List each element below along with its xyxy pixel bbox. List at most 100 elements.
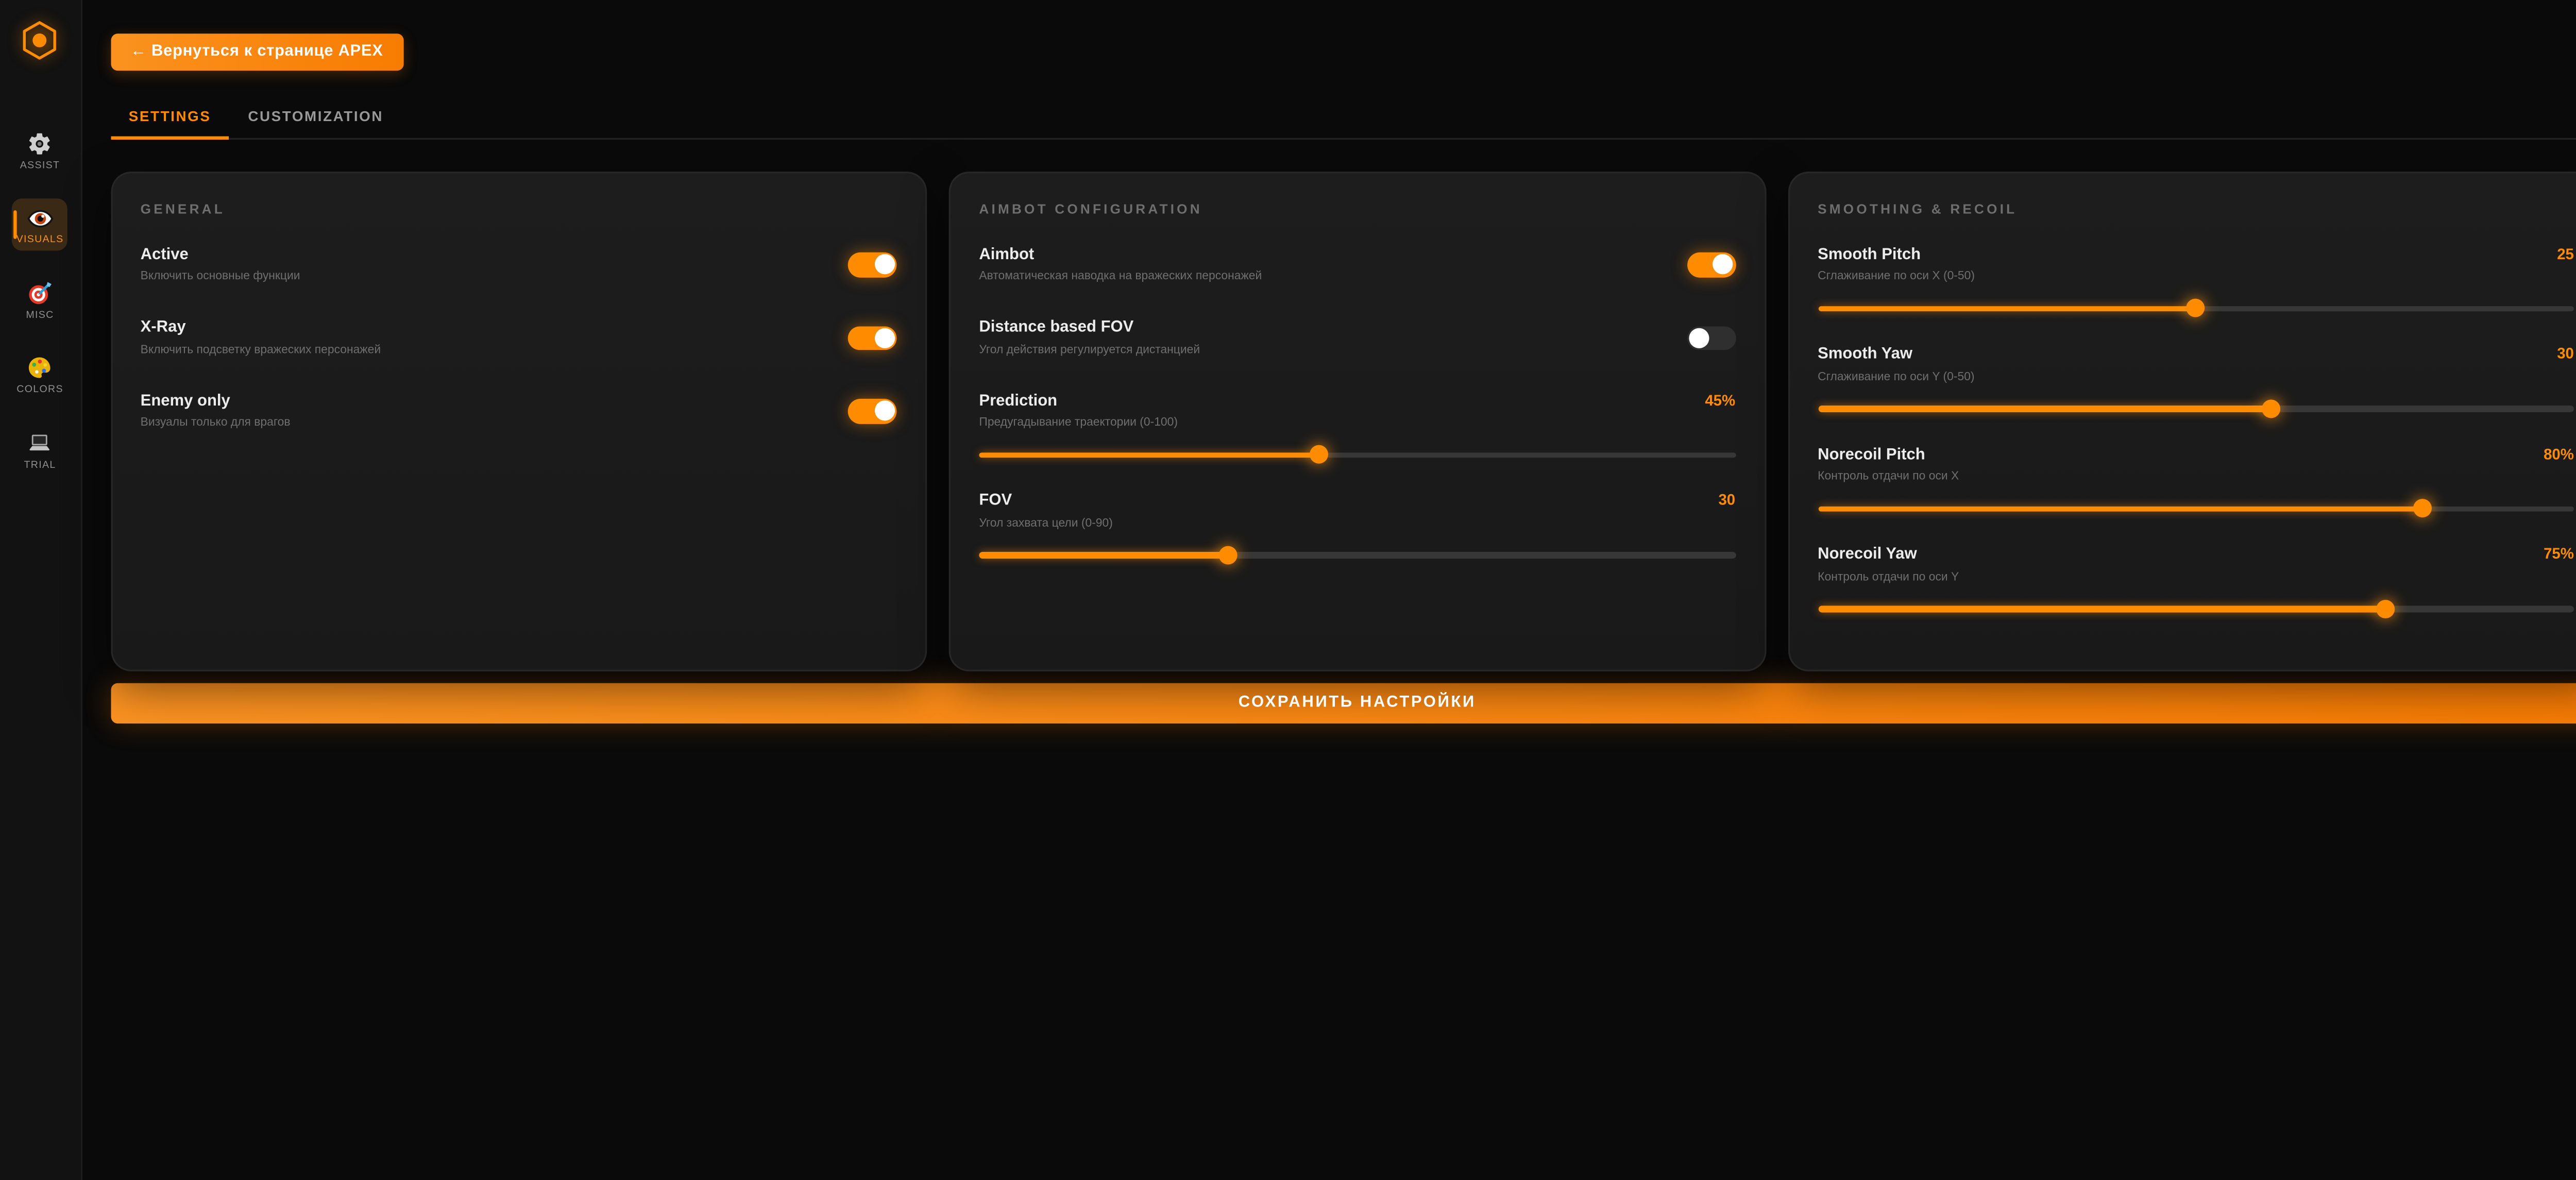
toggle-knob	[1688, 328, 1708, 348]
toggle-distance-fov[interactable]	[1686, 326, 1735, 350]
setting-label: Distance based FOV	[979, 318, 1200, 338]
slider-row-norecoil-pitch: Norecoil Pitch 80% Контроль отдачи по ос…	[1818, 445, 2574, 512]
toggle-knob	[874, 328, 894, 348]
slider-value: 75%	[2544, 545, 2574, 562]
eye-icon	[26, 205, 53, 231]
panel-smoothing-recoil: SMOOTHING & RECOIL Smooth Pitch 25 Сглаж…	[1787, 171, 2576, 670]
tab-label: SETTINGS	[129, 108, 211, 125]
slider-fill	[979, 552, 1228, 558]
tab-bar: SETTINGS CUSTOMIZATION	[110, 97, 2576, 139]
slider-row-fov: FOV 30 Угол захвата цели (0-90)	[979, 491, 1735, 558]
toggle-active[interactable]	[848, 252, 897, 277]
setting-description: Сглаживание по оси X (0-50)	[1818, 269, 2574, 284]
setting-description: Предугадывание траектории (0-100)	[979, 416, 1735, 431]
setting-row-xray: X-Ray Включить подсветку вражеских персо…	[141, 318, 897, 358]
setting-label: Enemy only	[141, 391, 291, 411]
sidebar-item-trial[interactable]: TRIAL	[12, 423, 68, 476]
norecoil-pitch-slider[interactable]	[1818, 505, 2574, 511]
slider-fill	[1818, 406, 2272, 411]
slider-fill	[1818, 505, 2422, 511]
setting-row-active: Active Включить основные функции	[141, 245, 897, 284]
sidebar-item-colors[interactable]: COLORS	[12, 347, 68, 400]
setting-description: Визуалы только для врагов	[141, 416, 291, 431]
slider-value: 25	[2557, 245, 2574, 262]
gear-icon	[26, 129, 53, 156]
sidebar-item-visuals[interactable]: VISUALS	[12, 198, 68, 251]
slider-row-smooth-yaw: Smooth Yaw 30 Сглаживание по оси Y (0-50…	[1818, 345, 2574, 411]
slider-knob[interactable]	[2413, 499, 2432, 518]
slider-knob[interactable]	[2262, 399, 2281, 418]
slider-value: 30	[1718, 491, 1735, 508]
sidebar-item-assist[interactable]: ASSIST	[12, 123, 68, 176]
setting-label: Norecoil Pitch	[1818, 445, 1925, 465]
setting-description: Сглаживание по оси Y (0-50)	[1818, 369, 2574, 384]
slider-row-norecoil-yaw: Norecoil Yaw 75% Контроль отдачи по оси …	[1818, 545, 2574, 612]
panel-title: GENERAL	[141, 201, 897, 216]
slider-value: 45%	[1705, 391, 1735, 408]
slider-knob[interactable]	[1310, 445, 1329, 464]
sidebar-item-misc[interactable]: MISC	[12, 273, 68, 326]
sidebar-item-label: VISUALS	[16, 235, 64, 246]
panel-aimbot-configuration: AIMBOT CONFIGURATION Aimbot Автоматическ…	[949, 171, 1766, 670]
toggle-knob	[874, 401, 894, 421]
setting-description: Угол действия регулируется дистанцией	[979, 342, 1200, 357]
slider-knob[interactable]	[2376, 599, 2394, 618]
setting-label: FOV	[979, 491, 1012, 511]
target-dart-icon	[26, 279, 53, 306]
hexagon-logo	[22, 20, 58, 69]
toggle-aimbot[interactable]	[1686, 252, 1735, 277]
palette-icon	[26, 354, 53, 381]
toggle-enemy-only[interactable]	[848, 399, 897, 423]
sidebar-item-label: ASSIST	[20, 161, 60, 171]
tab-customization[interactable]: CUSTOMIZATION	[229, 97, 402, 140]
panel-title: AIMBOT CONFIGURATION	[979, 201, 1735, 216]
slider-fill	[1818, 606, 2385, 612]
laptop-icon	[26, 429, 53, 456]
sidebar-item-label: TRIAL	[24, 460, 56, 470]
slider-row-prediction: Prediction 45% Предугадывание траектории…	[979, 391, 1735, 458]
sidebar-nav: ASSIST VISUALS	[0, 123, 80, 497]
setting-label: Smooth Yaw	[1818, 345, 1912, 365]
setting-description: Контроль отдачи по оси Y	[1818, 569, 2574, 584]
setting-description: Включить подсветку вражеских персонажей	[141, 342, 381, 357]
tab-label: CUSTOMIZATION	[248, 108, 383, 125]
slider-row-smooth-pitch: Smooth Pitch 25 Сглаживание по оси X (0-…	[1818, 245, 2574, 311]
setting-label: Smooth Pitch	[1818, 245, 1921, 265]
tab-settings[interactable]: SETTINGS	[110, 97, 230, 140]
setting-label: X-Ray	[141, 318, 381, 338]
setting-label: Norecoil Yaw	[1818, 545, 1917, 565]
toggle-xray[interactable]	[848, 326, 897, 350]
smooth-yaw-slider[interactable]	[1818, 406, 2574, 411]
setting-label: Aimbot	[979, 245, 1262, 265]
toggle-knob	[1713, 255, 1733, 275]
norecoil-yaw-slider[interactable]	[1818, 606, 2574, 612]
sidebar-item-label: COLORS	[16, 385, 63, 396]
panel-title: SMOOTHING & RECOIL	[1818, 201, 2574, 216]
save-settings-button[interactable]: СОХРАНИТЬ НАСТРОЙКИ	[110, 682, 2576, 722]
setting-row-enemy-only: Enemy only Визуалы только для врагов	[141, 391, 897, 431]
sidebar-item-label: MISC	[26, 310, 54, 321]
settings-panels: GENERAL Active Включить основные функции…	[110, 171, 2576, 645]
slider-fill	[1818, 306, 2196, 311]
app: ASSIST VISUALS	[0, 0, 2576, 1180]
toggle-knob	[874, 255, 894, 275]
main-content: ← Вернуться к странице APEX SETTINGS CUS…	[81, 0, 2576, 1180]
setting-row-aimbot: Aimbot Автоматическая наводка на вражеск…	[979, 245, 1735, 284]
setting-description: Угол захвата цели (0-90)	[979, 516, 1735, 531]
setting-description: Контроль отдачи по оси X	[1818, 469, 2574, 484]
prediction-slider[interactable]	[979, 452, 1735, 458]
setting-description: Автоматическая наводка на вражеских перс…	[979, 269, 1262, 284]
smooth-pitch-slider[interactable]	[1818, 306, 2574, 311]
sidebar: ASSIST VISUALS	[0, 0, 81, 1180]
fov-slider[interactable]	[979, 552, 1735, 558]
back-to-apex-button[interactable]: ← Вернуться к странице APEX	[110, 33, 403, 71]
setting-description: Включить основные функции	[141, 269, 300, 284]
slider-value: 80%	[2544, 445, 2574, 462]
setting-label: Active	[141, 245, 300, 265]
slider-value: 30	[2557, 345, 2574, 362]
slider-fill	[979, 452, 1319, 458]
slider-knob[interactable]	[1219, 546, 1238, 564]
panel-general: GENERAL Active Включить основные функции…	[110, 171, 927, 670]
setting-label: Prediction	[979, 391, 1057, 411]
slider-knob[interactable]	[2187, 299, 2205, 317]
